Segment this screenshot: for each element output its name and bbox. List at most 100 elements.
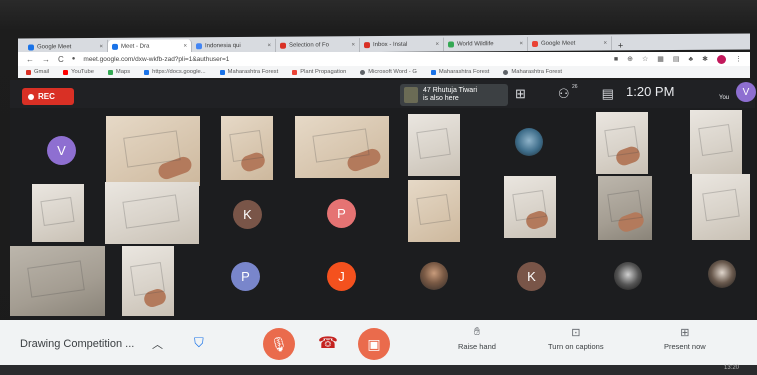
close-icon[interactable]: × (267, 43, 271, 49)
meet-top-bar: REC 47 Rhutuja Tiwari is also here ⊞ ⚇ 26 … (10, 80, 756, 108)
mic-toggle-button[interactable]: 🎙︎ (263, 328, 295, 360)
participant-tile[interactable]: K (221, 194, 273, 234)
close-icon[interactable]: × (99, 44, 103, 50)
profile-avatar[interactable] (717, 54, 726, 64)
meeting-control-bar: Drawing Competition ... ︿ ⛉ 🎙︎ ☎︎ ▣ ✋︎ R… (0, 320, 757, 365)
browser-tab[interactable]: Inbox - Instal × (360, 37, 444, 53)
participant-video[interactable] (408, 180, 460, 242)
participant-tile[interactable] (408, 254, 460, 298)
camera-toggle-button[interactable]: ▣ (358, 328, 390, 360)
maps-icon (107, 69, 113, 75)
globe-icon (360, 69, 366, 75)
hand-icon: ✋︎ (473, 326, 481, 338)
url-field[interactable]: meet.google.com/dxw-wkfb-zad?pli=1&authu… (83, 56, 229, 63)
participant-tile[interactable] (606, 254, 654, 298)
participant-video[interactable] (32, 184, 84, 242)
hang-up-button[interactable]: ☎︎ (318, 333, 338, 353)
participant-tile[interactable]: P (315, 194, 367, 234)
bookmark[interactable]: Maharashtra Forest (430, 69, 489, 75)
new-tab-button[interactable]: + (612, 40, 629, 50)
shield-icon[interactable]: ⛉ (194, 335, 208, 351)
extension-icon[interactable]: ▤ (673, 55, 680, 63)
present-now-button[interactable]: ⊞ Present now (664, 326, 706, 351)
tab-label: Meet - Dra (121, 43, 150, 50)
bookmark[interactable]: YouTube (63, 69, 94, 75)
participant-video[interactable] (596, 112, 648, 174)
participant-avatar: P (327, 199, 356, 228)
camera-icon[interactable]: ■ (614, 56, 618, 63)
browser-tab[interactable]: World Wildlife × (444, 36, 528, 52)
meet-favicon-icon (28, 44, 34, 51)
participant-video[interactable] (106, 116, 200, 186)
bookmark[interactable]: Maharashtra Forest (503, 69, 562, 75)
close-icon[interactable]: × (351, 42, 355, 48)
participant-video[interactable] (105, 182, 199, 244)
back-icon[interactable]: ← (26, 55, 34, 64)
participant-tile[interactable]: V (35, 130, 90, 170)
meeting-name[interactable]: Drawing Competition ... (20, 338, 134, 350)
layout-grid-icon[interactable]: ⊞ (515, 86, 526, 102)
participant-video[interactable] (221, 116, 273, 180)
google-favicon-icon (196, 43, 202, 50)
chevron-up-icon[interactable]: ︿ (152, 336, 163, 352)
chat-icon[interactable]: ▤ (602, 86, 614, 102)
reload-icon[interactable]: C (58, 55, 64, 64)
participant-video[interactable] (122, 246, 174, 316)
tab-label: Google Meet (37, 44, 72, 51)
participant-video[interactable] (295, 116, 389, 178)
participant-tile[interactable]: J (315, 258, 367, 298)
address-bar-actions: ■ ⊕ ☆ ▦ ▤ ♣ ✱ ⋮ (614, 54, 742, 64)
bookmark[interactable]: https://docs.google... (144, 69, 206, 75)
menu-kebab-icon[interactable]: ⋮ (735, 55, 742, 63)
participant-tile[interactable] (505, 124, 557, 164)
gmail-icon (26, 69, 31, 75)
bookmark-label: YouTube (71, 69, 94, 75)
puzzle-icon[interactable]: ✱ (702, 55, 708, 63)
participant-photo (420, 262, 448, 290)
star-icon[interactable]: ☆ (642, 55, 648, 63)
bookmark[interactable]: Maharashtra Forest (219, 69, 278, 75)
extension-icon[interactable]: ♣ (689, 56, 694, 63)
zoom-icon[interactable]: ⊕ (627, 55, 633, 63)
participant-tile[interactable] (700, 254, 748, 298)
bookmark[interactable]: Gmail (26, 69, 49, 75)
raise-hand-label: Raise hand (458, 342, 496, 351)
hand-drawing (156, 154, 194, 182)
close-icon[interactable]: × (183, 43, 187, 49)
self-label: You (719, 95, 730, 101)
hand-drawing (238, 150, 268, 174)
youtube-icon (63, 69, 69, 75)
self-avatar[interactable]: V (736, 82, 756, 102)
captions-icon: ⊡ (571, 327, 581, 339)
participant-video[interactable] (408, 114, 460, 176)
forward-icon[interactable]: → (42, 55, 50, 64)
participant-avatar: K (517, 262, 546, 291)
participant-tile[interactable]: P (221, 258, 273, 298)
participant-video[interactable] (690, 110, 742, 174)
participant-video[interactable] (504, 176, 556, 238)
close-icon[interactable]: × (603, 40, 607, 46)
extension-icon[interactable]: ▦ (657, 55, 664, 63)
close-icon[interactable]: × (435, 42, 439, 48)
captions-button[interactable]: ⊡ Turn on captions (548, 326, 604, 351)
bookmark[interactable]: Plant Propagation (292, 69, 346, 75)
docs-icon (144, 69, 150, 75)
bookmark-label: Plant Propagation (300, 69, 347, 75)
people-icon[interactable]: ⚇ 26 (558, 84, 578, 102)
participant-video[interactable] (692, 174, 750, 240)
raise-hand-button[interactable]: ✋︎ Raise hand (458, 326, 496, 351)
os-taskbar: 13:20 (0, 365, 757, 375)
bookmark[interactable]: Maps (107, 69, 130, 75)
joined-text: 47 Rhutuja Tiwari is also here (423, 87, 477, 103)
participant-video[interactable] (10, 246, 105, 316)
lock-icon: ● (71, 56, 76, 62)
bookmarks-bar: Gmail YouTube Maps https://docs.google..… (18, 66, 750, 78)
hand-drawing (523, 208, 551, 232)
bookmark[interactable]: Microsoft Word - G (360, 69, 417, 75)
participant-tile[interactable]: K (505, 254, 557, 298)
browser-tab[interactable]: Google Meet × (528, 36, 612, 51)
close-icon[interactable]: × (519, 41, 523, 47)
participant-video[interactable] (598, 176, 652, 240)
taskbar-clock: 13:20 (723, 365, 739, 371)
browser-tab[interactable]: Selection of Fo × (276, 38, 360, 53)
